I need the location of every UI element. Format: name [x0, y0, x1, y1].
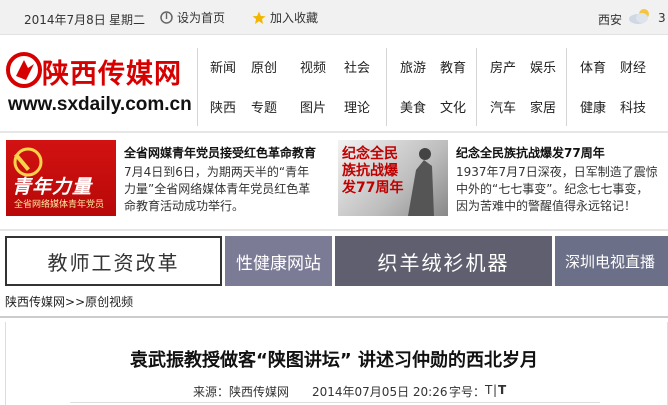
news-title-war[interactable]: 纪念全民族抗战爆发77周年 [456, 144, 605, 161]
nav-society[interactable]: 社会 [344, 57, 370, 76]
logo-icon[interactable] [6, 52, 42, 91]
nav-divider [197, 48, 198, 126]
article-title: 袁武振教授做客“陕图讲坛” 讲述习仲勋的西北岁月 [130, 350, 538, 371]
weekday-text: 星期二 [109, 13, 146, 27]
nav-food[interactable]: 美食 [400, 97, 426, 116]
news-desc-war-3: 因为苦难中的警醒值得永远铭记！ [456, 199, 637, 213]
news-image-youth-text: 青年力量 [12, 176, 93, 198]
set-homepage-label: 设为首页 [177, 11, 226, 25]
nav-tech[interactable]: 科技 [620, 97, 646, 116]
cloud-icon [628, 7, 652, 28]
nav-sports[interactable]: 体育 [580, 57, 606, 76]
add-favorite-label: 加入收藏 [270, 11, 319, 25]
font-large-button[interactable]: T [498, 383, 506, 397]
nav-divider [566, 48, 567, 126]
article-meta-divider [70, 402, 600, 403]
news-divider [0, 229, 668, 231]
nav-finance[interactable]: 财经 [620, 57, 646, 76]
ad-banner-shenzhen-tv[interactable]: 深圳电视直播 [555, 236, 668, 286]
breadcrumb-divider [0, 316, 668, 318]
nav-education[interactable]: 教育 [440, 57, 466, 76]
header-divider [0, 131, 668, 133]
nav-travel[interactable]: 旅游 [400, 57, 426, 76]
nav-divider [386, 48, 387, 126]
nav-special[interactable]: 专题 [251, 97, 277, 116]
logo-url[interactable]: www.sxdaily.com.cn [8, 94, 192, 116]
nav-auto[interactable]: 汽车 [490, 97, 516, 116]
nav-video[interactable]: 视频 [300, 57, 326, 76]
breadcrumb-separator: >> [65, 295, 86, 309]
news-desc-war-1: 1937年7月7日深夜，日军制造了震惊 [456, 165, 658, 179]
home-icon [160, 11, 173, 24]
star-icon [252, 11, 266, 24]
weather-temp: 3 [658, 11, 666, 25]
ad-banner-teacher-salary[interactable]: 教师工资改革 [5, 236, 222, 286]
weather-city: 西安 [598, 13, 623, 27]
news-desc-youth-2: 力量”全省网络媒体青年党员红色革 [124, 182, 311, 196]
set-homepage-link[interactable]: 设为首页 [160, 9, 225, 26]
news-title-youth[interactable]: 全省网媒青年党员接受红色革命教育 [124, 144, 316, 161]
nav-divider [476, 48, 477, 126]
ad-banner-cashmere-machine[interactable]: 织羊绒衫机器 [335, 236, 552, 286]
nav-health[interactable]: 健康 [580, 97, 606, 116]
news-image-youth[interactable]: 青年力量 全省网络媒体青年党员 [6, 140, 116, 216]
news-image-war-text: 纪念全民族抗战爆发77周年 [342, 146, 404, 196]
font-size-label: 字号： [449, 385, 486, 399]
nav-news[interactable]: 新闻 [210, 57, 236, 76]
ad-banner-health-site[interactable]: 性健康网站 [225, 236, 332, 286]
font-size-separator: | [493, 383, 498, 397]
nav-culture[interactable]: 文化 [440, 97, 466, 116]
article-time: 2014年07月05日 20:26 [312, 385, 448, 399]
breadcrumb: 陕西传媒网>>原创视频 [5, 293, 133, 310]
breadcrumb-site[interactable]: 陕西传媒网 [5, 295, 65, 309]
date-text: 2014年7月8日 [24, 13, 106, 27]
nav-entertainment[interactable]: 娱乐 [530, 57, 556, 76]
news-desc-youth-3: 命教育活动成功举行。 [124, 199, 245, 213]
nav-shaanxi[interactable]: 陕西 [210, 97, 236, 116]
news-image-youth-subtext: 全省网络媒体青年党员 [14, 200, 105, 210]
news-desc-youth-1: 7月4日到6日，为期两天半的“青年 [124, 165, 310, 179]
logo-name[interactable]: 陕西传媒网 [42, 52, 182, 91]
news-desc-war-2: 中外的“七七事变”。纪念七七事变， [456, 182, 649, 196]
nav-pictures[interactable]: 图片 [300, 97, 326, 116]
add-favorite-link[interactable]: 加入收藏 [252, 9, 318, 26]
article-source: 来源：陕西传媒网 [193, 385, 290, 399]
nav-realestate[interactable]: 房产 [490, 57, 516, 76]
news-image-war[interactable]: 纪念全民族抗战爆发77周年 [338, 140, 448, 216]
top-bar: 2014年7月8日 星期二 设为首页 加入收藏 西安 3 [0, 0, 668, 35]
font-small-button[interactable]: T [485, 383, 492, 397]
nav-theory[interactable]: 理论 [344, 97, 370, 116]
nav-home[interactable]: 家居 [530, 97, 556, 116]
breadcrumb-section[interactable]: 原创视频 [85, 295, 133, 309]
nav-original[interactable]: 原创 [251, 57, 277, 76]
